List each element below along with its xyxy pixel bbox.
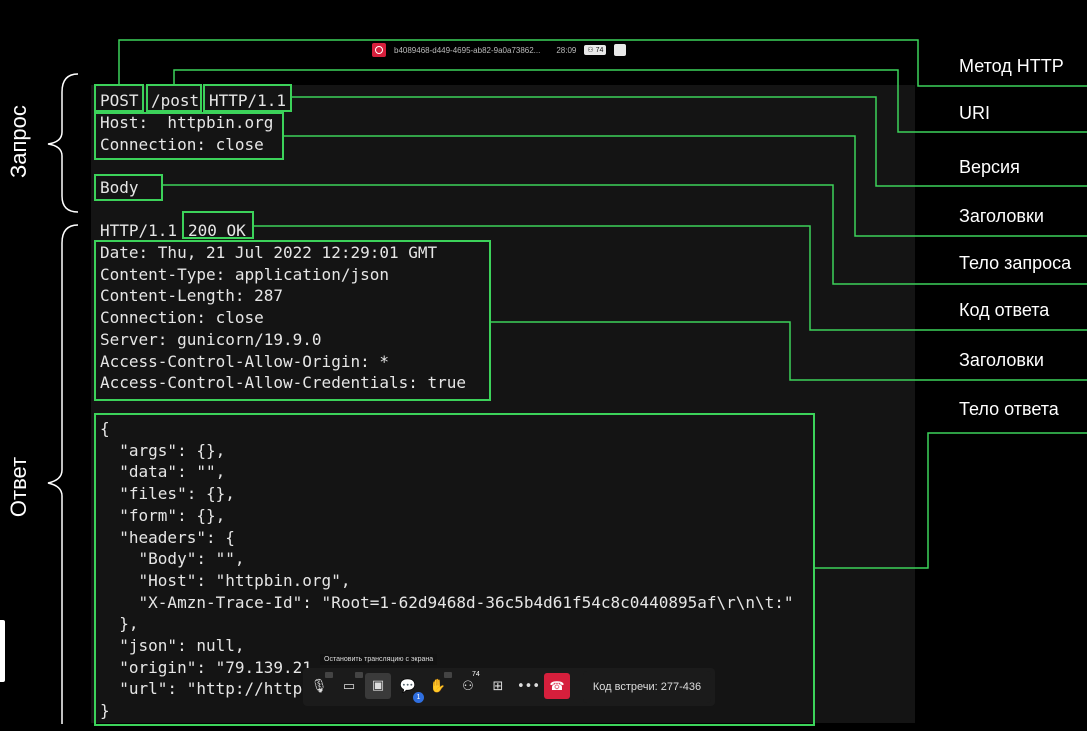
hang-up-button[interactable]: ☎ <box>544 673 570 699</box>
screen-share-icon: ▣ <box>371 678 385 693</box>
meeting-code[interactable]: Код встречи: 277-436 <box>583 671 711 703</box>
participants-badge: 74 <box>472 671 480 678</box>
raise-hand-icon[interactable]: ✋ <box>428 677 448 697</box>
more-icon[interactable]: ••• <box>517 677 540 697</box>
label-response-headers: Заголовки <box>959 350 1044 370</box>
participants-icon[interactable]: ⚇ <box>458 677 478 697</box>
method-box <box>94 84 144 112</box>
response-headers-box <box>94 240 491 401</box>
response-version: HTTP/1.1 <box>100 221 178 240</box>
microphone-icon[interactable]: 🎙 <box>309 677 329 697</box>
camera-icon[interactable]: ▭ <box>339 677 359 697</box>
label-request-headers: Заголовки <box>959 206 1044 226</box>
request-headers-box <box>94 112 284 160</box>
stop-screen-share-button[interactable]: ▣ <box>365 673 391 699</box>
label-response-body: Тело ответа <box>959 399 1059 419</box>
version-box <box>203 84 292 112</box>
apps-grid-icon[interactable]: ⊞ <box>488 677 508 697</box>
phone-icon: ☎ <box>549 679 565 693</box>
chat-badge: 1 <box>413 692 424 703</box>
label-uri: URI <box>959 103 990 123</box>
label-method: Метод HTTP <box>959 56 1064 76</box>
status-box <box>182 211 254 239</box>
uri-box <box>146 84 202 112</box>
stop-sharing-tooltip: Остановить трансляцию с экрана <box>320 654 438 665</box>
label-status-code: Код ответа <box>959 300 1050 320</box>
label-version: Версия <box>959 157 1020 177</box>
hand-caret-icon[interactable] <box>444 672 452 678</box>
label-request-body: Тело запроса <box>959 253 1072 273</box>
side-panel-handle[interactable] <box>0 620 5 682</box>
request-body-box <box>94 174 163 201</box>
